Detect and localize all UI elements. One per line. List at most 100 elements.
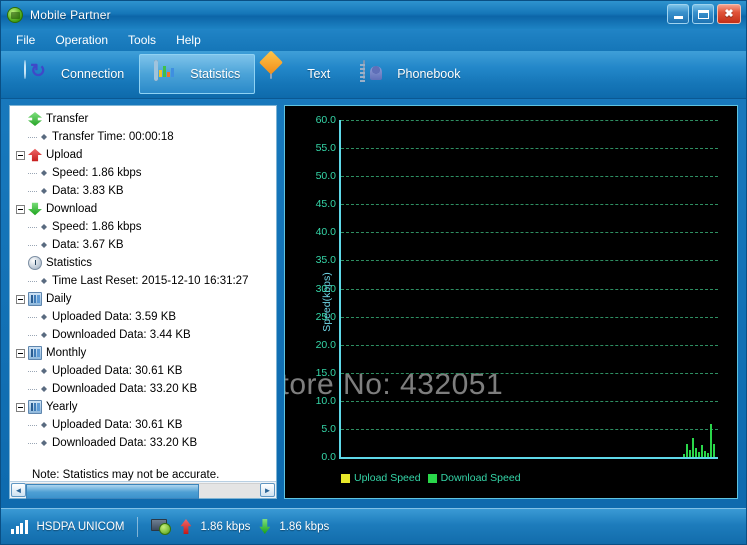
minimize-button[interactable]: [667, 4, 689, 24]
chart-gridline: [341, 120, 718, 121]
toolbar-label-phonebook: Phonebook: [397, 67, 461, 81]
tree-node-label: Data: 3.83 KB: [52, 185, 124, 197]
tree-node[interactable]: Data: 3.83 KB: [16, 182, 276, 200]
chart-gridline: [341, 316, 718, 318]
legend-item-download: Download Speed: [427, 472, 521, 484]
window-controls: ✖: [667, 4, 741, 24]
maximize-button[interactable]: [692, 4, 714, 24]
tree-node[interactable]: Statistics: [16, 254, 276, 272]
tree-node-label: Time Last Reset: 2015-12-10 16:31:27: [52, 275, 249, 287]
tree-node[interactable]: Uploaded Data: 30.61 KB: [16, 362, 276, 380]
bar-chart-icon: [28, 346, 42, 360]
chart-gridline: [341, 344, 718, 346]
chart-gridline: [341, 260, 718, 262]
chart-legend: Upload Speed Download Speed: [341, 472, 521, 484]
status-divider: [137, 516, 139, 537]
tree-node-label: Yearly: [46, 401, 78, 413]
tree-node-label: Statistics: [46, 257, 93, 269]
bar-chart-icon: [28, 292, 42, 306]
status-download-speed: 1.86 kbps: [279, 520, 330, 533]
tree-node[interactable]: Downloaded Data: 33.20 KB: [16, 434, 276, 452]
tree-node[interactable]: Yearly: [16, 398, 276, 416]
tree-node-label: Uploaded Data: 3.59 KB: [52, 311, 177, 323]
toolbar: Connection Statistics Text Phonebook: [1, 51, 746, 99]
tree-node[interactable]: Uploaded Data: 3.59 KB: [16, 308, 276, 326]
tree-node-label: Speed: 1.86 kbps: [52, 221, 142, 233]
tree-leaf-icon: [41, 278, 47, 284]
tree-node-label: Speed: 1.86 kbps: [52, 167, 142, 179]
connection-sync-icon: [24, 60, 52, 87]
menu-item-file[interactable]: File: [7, 31, 44, 49]
toolbar-label-connection: Connection: [61, 67, 125, 81]
tree-node-label: Uploaded Data: 30.61 KB: [52, 365, 183, 377]
title-bar: Mobile Partner ✖: [1, 1, 746, 29]
chart-data-point: [683, 453, 686, 457]
tree-node[interactable]: Downloaded Data: 3.44 KB: [16, 326, 276, 344]
toolbar-button-statistics[interactable]: Statistics: [139, 54, 256, 94]
bar-chart-icon: [28, 400, 42, 414]
chart-data-point: [695, 448, 698, 457]
status-upload-arrow-icon: [180, 519, 192, 534]
tree-expander-icon[interactable]: [16, 402, 25, 412]
tree-node[interactable]: Upload: [16, 146, 276, 164]
toolbar-button-connection[interactable]: Connection: [9, 54, 139, 94]
tree-expander-icon[interactable]: [16, 294, 25, 304]
chart-gridline: [341, 288, 718, 290]
scroll-left-arrow-icon[interactable]: ◄: [11, 483, 26, 497]
tree-leaf-icon: [41, 332, 47, 338]
chart-gridline: [341, 372, 718, 374]
tree-leaf-icon: [41, 422, 47, 428]
scrollbar-track[interactable]: [26, 482, 260, 499]
tree-node[interactable]: Transfer: [16, 110, 276, 128]
tree-expander-icon[interactable]: [16, 204, 25, 214]
tree-horizontal-scrollbar[interactable]: ◄ ►: [10, 481, 276, 499]
scrollbar-thumb[interactable]: [26, 483, 200, 499]
tree-node[interactable]: Daily: [16, 290, 276, 308]
network-connected-icon: [151, 518, 172, 535]
tree-node[interactable]: Download: [16, 200, 276, 218]
tree-node-label: Data: 3.67 KB: [52, 239, 124, 251]
tree-node-label: Upload: [46, 149, 83, 161]
chart-data-point: [704, 450, 707, 457]
tree-expander-icon[interactable]: [16, 348, 25, 358]
tree-node[interactable]: Transfer Time: 00:00:18: [16, 128, 276, 146]
chart-gridlines: 60.0 55.0 50.0 45.0 40.0 35.0 30.0 25.0 20.0 15.0…: [316, 114, 718, 463]
chart-data-point: [707, 453, 710, 457]
menu-item-help[interactable]: Help: [167, 31, 210, 49]
menu-item-tools[interactable]: Tools: [119, 31, 165, 49]
toolbar-button-text[interactable]: Text: [255, 54, 345, 94]
close-button[interactable]: ✖: [717, 4, 741, 24]
tree-leaf-icon: [41, 386, 47, 392]
toolbar-label-statistics: Statistics: [190, 67, 241, 81]
chart-y-tick-label: 40.0: [315, 226, 336, 239]
tree-node[interactable]: Uploaded Data: 30.61 KB: [16, 416, 276, 434]
chart-y-tick-label: 50.0: [315, 170, 336, 183]
tree-node[interactable]: Speed: 1.86 kbps: [16, 218, 276, 236]
chart-y-tick-label: 55.0: [315, 142, 336, 155]
tree-node[interactable]: Data: 3.67 KB: [16, 236, 276, 254]
toolbar-button-phonebook[interactable]: Phonebook: [345, 54, 475, 94]
scroll-right-arrow-icon[interactable]: ►: [260, 483, 275, 497]
window-title: Mobile Partner: [30, 8, 111, 22]
tree-node-label: Daily: [46, 293, 72, 305]
tree-node[interactable]: Monthly: [16, 344, 276, 362]
tree-node[interactable]: Speed: 1.86 kbps: [16, 164, 276, 182]
tree-node[interactable]: Downloaded Data: 33.20 KB: [16, 380, 276, 398]
tree-node-label: Downloaded Data: 33.20 KB: [52, 437, 198, 449]
statistics-tree[interactable]: Transfer Transfer Time: 00:00:18 Upload Spe…: [10, 106, 276, 455]
speed-chart-panel: Speed(kbps) Store No: 432051 60.0 55.0 50.…: [284, 105, 738, 499]
tree-node[interactable]: Time Last Reset: 2015-12-10 16:31:27: [16, 272, 276, 290]
status-bar: HSDPA UNICOM 1.86 kbps 1.86 kbps: [1, 508, 746, 544]
tree-node-label: Monthly: [46, 347, 87, 359]
tree-leaf-icon: [41, 368, 47, 374]
statistics-note: Note: Statistics may not be accurate.: [32, 469, 220, 481]
chart-plot-area: 60.0 55.0 50.0 45.0 40.0 35.0 30.0 25.0 20.0 15.0…: [316, 114, 718, 463]
menu-bar: File Operation Tools Help: [1, 29, 746, 51]
tree-leaf-icon: [41, 314, 47, 320]
tree-leaf-icon: [41, 242, 47, 248]
toolbar-label-text: Text: [307, 67, 331, 81]
tree-node-label: Download: [46, 203, 98, 215]
tree-expander-icon[interactable]: [16, 150, 25, 160]
tree-leaf-icon: [41, 224, 47, 230]
menu-item-operation[interactable]: Operation: [46, 31, 117, 49]
